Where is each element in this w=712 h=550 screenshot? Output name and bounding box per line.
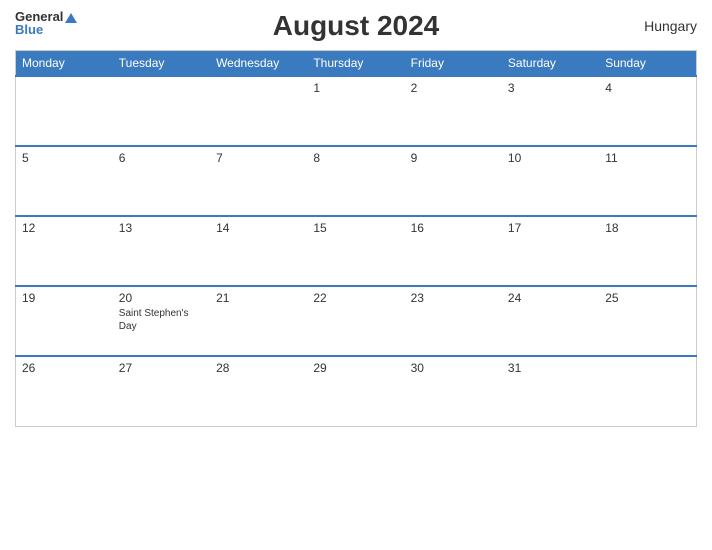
day-number: 22 <box>313 291 398 305</box>
day-number: 11 <box>605 151 690 165</box>
calendar-cell: 26 <box>16 356 113 426</box>
calendar-cell: 16 <box>405 216 502 286</box>
calendar-cell: 18 <box>599 216 696 286</box>
day-number: 5 <box>22 151 107 165</box>
calendar-cell: 25 <box>599 286 696 356</box>
calendar-cell: 14 <box>210 216 307 286</box>
logo: General Blue <box>15 10 77 36</box>
calendar-cell: 7 <box>210 146 307 216</box>
day-number: 19 <box>22 291 107 305</box>
holiday-label: Saint Stephen's Day <box>119 307 204 333</box>
calendar-cell: 23 <box>405 286 502 356</box>
calendar-cell: 9 <box>405 146 502 216</box>
calendar-cell: 2 <box>405 76 502 146</box>
calendar-cell: 1 <box>307 76 404 146</box>
day-number: 1 <box>313 81 398 95</box>
day-number: 12 <box>22 221 107 235</box>
logo-triangle-icon <box>65 13 77 23</box>
col-friday: Friday <box>405 51 502 77</box>
calendar-cell: 31 <box>502 356 599 426</box>
day-number: 17 <box>508 221 593 235</box>
calendar-cell: 3 <box>502 76 599 146</box>
calendar-week-1: 1234 <box>16 76 697 146</box>
calendar-cell: 22 <box>307 286 404 356</box>
day-number: 26 <box>22 361 107 375</box>
day-number: 31 <box>508 361 593 375</box>
calendar-week-4: 19 20 Saint Stephen's Day 21 22 23 24 25 <box>16 286 697 356</box>
day-number: 27 <box>119 361 204 375</box>
col-thursday: Thursday <box>307 51 404 77</box>
col-saturday: Saturday <box>502 51 599 77</box>
col-tuesday: Tuesday <box>113 51 210 77</box>
day-number: 10 <box>508 151 593 165</box>
calendar-cell: 30 <box>405 356 502 426</box>
day-number: 8 <box>313 151 398 165</box>
calendar-cell: 15 <box>307 216 404 286</box>
calendar-cell: 6 <box>113 146 210 216</box>
calendar-cell: 21 <box>210 286 307 356</box>
day-number: 15 <box>313 221 398 235</box>
col-sunday: Sunday <box>599 51 696 77</box>
calendar-week-3: 12 13 14 15 16 17 18 <box>16 216 697 286</box>
calendar-cell: 12 <box>16 216 113 286</box>
col-monday: Monday <box>16 51 113 77</box>
calendar-page: General Blue August 2024 Hungary Monday … <box>0 0 712 550</box>
calendar-week-2: 56789 10 11 <box>16 146 697 216</box>
calendar-header: General Blue August 2024 Hungary <box>15 10 697 42</box>
calendar-header-row: Monday Tuesday Wednesday Thursday Friday… <box>16 51 697 77</box>
calendar-cell: 5 <box>16 146 113 216</box>
day-number: 3 <box>508 81 593 95</box>
calendar-cell <box>113 76 210 146</box>
calendar-cell <box>599 356 696 426</box>
calendar-table: Monday Tuesday Wednesday Thursday Friday… <box>15 50 697 427</box>
day-number: 30 <box>411 361 496 375</box>
day-number: 6 <box>119 151 204 165</box>
calendar-cell: 24 <box>502 286 599 356</box>
country-label: Hungary <box>644 18 697 34</box>
calendar-cell: 11 <box>599 146 696 216</box>
day-number: 29 <box>313 361 398 375</box>
col-wednesday: Wednesday <box>210 51 307 77</box>
calendar-cell: 20 Saint Stephen's Day <box>113 286 210 356</box>
calendar-title: August 2024 <box>273 10 440 42</box>
calendar-week-5: 26 27 28 29 30 31 <box>16 356 697 426</box>
calendar-cell <box>210 76 307 146</box>
calendar-cell: 19 <box>16 286 113 356</box>
calendar-cell: 4 <box>599 76 696 146</box>
calendar-cell: 17 <box>502 216 599 286</box>
day-number: 20 <box>119 291 204 305</box>
day-number: 24 <box>508 291 593 305</box>
calendar-cell: 13 <box>113 216 210 286</box>
day-number: 7 <box>216 151 301 165</box>
day-number: 28 <box>216 361 301 375</box>
day-number: 16 <box>411 221 496 235</box>
day-number: 14 <box>216 221 301 235</box>
calendar-cell: 28 <box>210 356 307 426</box>
day-number: 2 <box>411 81 496 95</box>
day-number: 25 <box>605 291 690 305</box>
calendar-cell: 27 <box>113 356 210 426</box>
day-number: 23 <box>411 291 496 305</box>
calendar-cell <box>16 76 113 146</box>
day-number: 21 <box>216 291 301 305</box>
calendar-cell: 10 <box>502 146 599 216</box>
logo-blue-text: Blue <box>15 23 43 36</box>
day-number: 18 <box>605 221 690 235</box>
calendar-cell: 29 <box>307 356 404 426</box>
weekday-header: Monday Tuesday Wednesday Thursday Friday… <box>16 51 697 77</box>
day-number: 4 <box>605 81 690 95</box>
calendar-body: 1234567891011121314151617181920Saint Ste… <box>16 76 697 426</box>
day-number: 9 <box>411 151 496 165</box>
day-number: 13 <box>119 221 204 235</box>
calendar-cell: 8 <box>307 146 404 216</box>
